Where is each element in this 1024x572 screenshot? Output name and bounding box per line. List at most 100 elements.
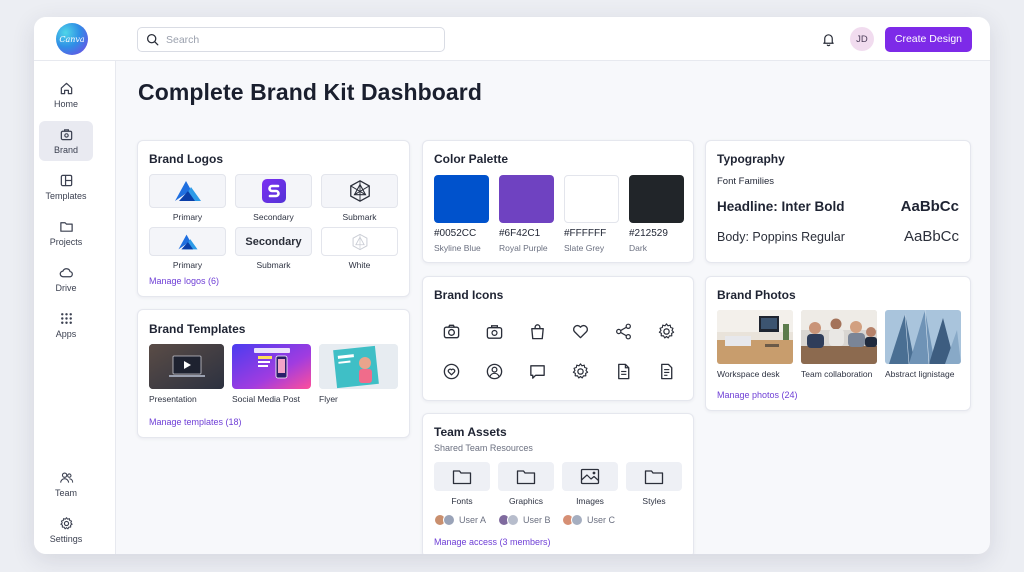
photo-workspace[interactable]	[717, 310, 793, 364]
sidebar-item-brand[interactable]: Brand	[39, 121, 93, 161]
color-hex: #212529	[629, 228, 668, 239]
logo-tile-primary-small[interactable]	[149, 227, 226, 256]
share-icon[interactable]	[612, 320, 634, 342]
folder-icon	[644, 470, 664, 485]
card-subtitle: Shared Team Resources	[434, 443, 533, 453]
template-label: Social Media Post	[232, 394, 301, 404]
sidebar-item-label: Brand	[53, 145, 79, 155]
photo-team[interactable]	[801, 310, 877, 364]
user-avatar[interactable]: JD	[849, 27, 874, 51]
color-swatch-dark[interactable]	[629, 175, 684, 223]
search-bar[interactable]	[137, 27, 445, 52]
brand-kit-icon	[60, 129, 72, 141]
logo-tile-label: Primary	[172, 212, 203, 222]
folder-styles[interactable]	[626, 462, 682, 491]
logo-tile-white[interactable]	[321, 227, 398, 256]
document-lines-icon[interactable]	[655, 360, 677, 382]
color-swatch-white[interactable]	[564, 175, 619, 223]
sidebar-item-templates[interactable]: Templates	[39, 167, 93, 207]
template-thumb-presentation[interactable]	[149, 344, 224, 389]
main-content: Complete Brand Kit Dashboard Brand Logos…	[116, 61, 990, 554]
shopping-bag-icon[interactable]	[526, 320, 548, 342]
templates-icon	[60, 174, 72, 187]
manage-logos-link[interactable]: Manage logos (6)	[149, 276, 219, 286]
abstract-architecture-photo	[885, 310, 961, 364]
card-title: Brand Icons	[434, 288, 504, 302]
geometric-submark-icon	[352, 233, 367, 250]
sidebar-item-drive[interactable]: Drive	[39, 259, 93, 299]
brand-templates-card: Brand Templates Presentation Social Medi…	[137, 309, 410, 438]
presentation-thumbnail	[149, 344, 224, 389]
sidebar-item-label: Settings	[49, 534, 83, 544]
heart-icon[interactable]	[569, 320, 591, 342]
create-design-button[interactable]: Create Design	[884, 26, 972, 52]
folder-fonts[interactable]	[434, 462, 490, 491]
color-swatch-blue[interactable]	[434, 175, 489, 223]
apps-grid-icon	[60, 313, 72, 324]
header-actions: JD Create Design	[820, 26, 972, 52]
color-name: Skyline Blue	[434, 243, 481, 253]
folder-images[interactable]	[562, 462, 618, 491]
logo-tile-secondary[interactable]	[235, 174, 312, 208]
workspace-photo	[717, 310, 793, 364]
canva-logo[interactable]: Canva	[56, 23, 88, 55]
sidebar-item-label: Home	[53, 99, 78, 109]
chat-icon[interactable]	[526, 360, 548, 382]
logo-tile-label: Primary	[172, 260, 203, 270]
sidebar-item-label: Templates	[45, 191, 87, 201]
sidebar-item-projects[interactable]: Projects	[39, 213, 93, 253]
mountain-logo-icon	[177, 234, 198, 249]
logo-tile-primary[interactable]	[149, 174, 226, 208]
body-glyph-sample: AaBbCc	[903, 228, 959, 245]
folder-graphics[interactable]	[498, 462, 554, 491]
color-palette-card: Color Palette #0052CC Skyline Blue #6F42…	[422, 140, 694, 263]
sidebar-item-home[interactable]: Home	[39, 75, 93, 115]
sidebar-item-apps[interactable]: Apps	[39, 305, 93, 345]
gear-icon[interactable]	[655, 320, 677, 342]
flyer-thumbnail	[319, 344, 398, 389]
team-icon	[59, 472, 73, 483]
sidebar-item-settings[interactable]: Settings	[39, 510, 93, 550]
typography-card: Typography Font Families Headline: Inter…	[705, 140, 971, 263]
team-member-a[interactable]: User A	[434, 514, 486, 526]
gear-icon	[59, 517, 73, 530]
card-title: Brand Logos	[149, 152, 223, 166]
logo-tile-label: Submark	[256, 260, 291, 270]
settings-icon[interactable]	[569, 360, 591, 382]
brand-logos-card: Brand Logos Primary Secondary Submark Pr…	[137, 140, 410, 297]
briefcase-icon[interactable]	[483, 320, 505, 342]
card-title: Team Assets	[434, 425, 507, 439]
manage-templates-link[interactable]: Manage templates (18)	[149, 417, 242, 427]
sidebar-item-label: Drive	[55, 283, 77, 293]
color-swatch-purple[interactable]	[499, 175, 554, 223]
manage-access-link[interactable]: Manage access (3 members)	[434, 537, 551, 547]
document-icon[interactable]	[612, 360, 634, 382]
photo-abstract[interactable]	[885, 310, 961, 364]
logo-tile-wordmark[interactable]: Secondary	[235, 227, 312, 256]
logo-tile-submark[interactable]	[321, 174, 398, 208]
color-hex: #0052CC	[434, 228, 477, 239]
team-member-c[interactable]: User C	[562, 514, 615, 526]
color-hex: #FFFFFF	[564, 228, 607, 239]
card-title: Typography	[717, 152, 785, 166]
bell-icon[interactable]	[820, 30, 838, 48]
manage-photos-link[interactable]: Manage photos (24)	[717, 390, 798, 400]
card-title: Color Palette	[434, 152, 509, 166]
search-input[interactable]	[166, 33, 406, 46]
logo-tile-label: White	[348, 260, 371, 270]
brand-photos-card: Brand Photos Workspace desk Team collabo…	[705, 276, 971, 411]
s-logo-icon	[261, 179, 286, 203]
user-circle-icon[interactable]	[483, 360, 505, 382]
team-member-b[interactable]: User B	[498, 514, 551, 526]
sidebar-item-team[interactable]: Team	[39, 464, 93, 504]
home-icon	[60, 82, 72, 95]
heart-circle-icon[interactable]	[440, 360, 462, 382]
photo-label: Abstract lignistage	[885, 369, 955, 379]
template-thumb-social[interactable]	[232, 344, 311, 389]
brand-icons-card: Brand Icons	[422, 276, 694, 401]
template-thumb-flyer[interactable]	[319, 344, 398, 389]
team-assets-card: Team Assets Shared Team Resources Fonts …	[422, 413, 694, 554]
camera-icon[interactable]	[440, 320, 462, 342]
color-name: Slate Grey	[564, 243, 605, 253]
template-label: Flyer	[319, 394, 338, 404]
